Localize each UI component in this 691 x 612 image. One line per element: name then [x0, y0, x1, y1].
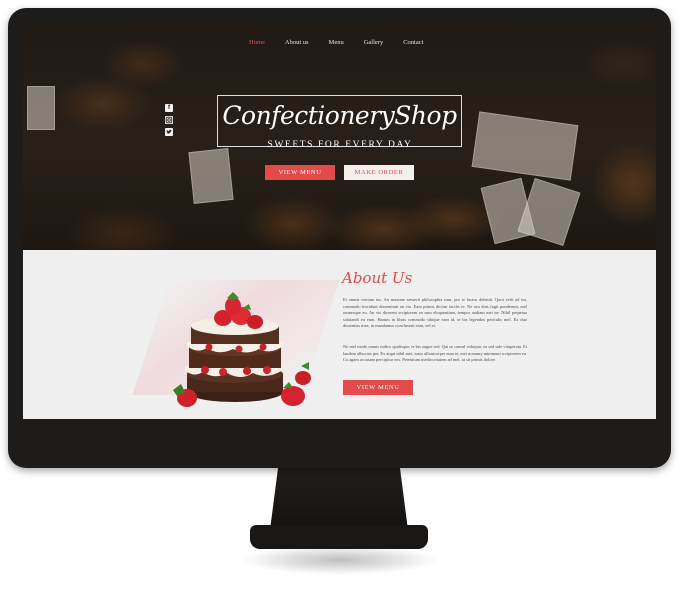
nav-item-menu[interactable]: Menu	[329, 39, 344, 46]
nav-item-about-us[interactable]: About us	[285, 39, 309, 46]
strawberry-cake-image	[173, 292, 311, 407]
facebook-icon[interactable]: f	[165, 104, 173, 112]
monitor-screen: Home About us Menu Gallery Contact f Con…	[23, 24, 656, 419]
about-view-menu-button[interactable]: VIEW MENU	[343, 380, 413, 395]
twitter-glyph	[166, 129, 172, 134]
social-links: f	[165, 104, 173, 136]
view-menu-button[interactable]: VIEW MENU	[265, 165, 335, 180]
bakery-price-sign	[188, 148, 234, 204]
brand-title: ConfectioneryShop	[222, 101, 457, 130]
hero-section: Home About us Menu Gallery Contact f Con…	[23, 24, 656, 250]
monitor-stand-neck	[270, 466, 408, 530]
instagram-glyph	[165, 116, 173, 124]
monitor-stand-shadow	[240, 545, 440, 575]
instagram-icon[interactable]	[165, 116, 173, 124]
bakery-price-sign	[27, 86, 55, 130]
about-title: About Us	[342, 269, 413, 287]
bakery-price-sign	[471, 111, 579, 181]
about-paragraph: No mel modo omnis iudico qualisque, te b…	[343, 344, 527, 363]
monitor-stand-base	[250, 525, 428, 549]
nav-item-home[interactable]: Home	[249, 39, 265, 46]
about-paragraph: Et omnis veniam ius. An maxime senserit …	[343, 297, 527, 329]
main-navigation: Home About us Menu Gallery Contact	[249, 39, 443, 46]
about-section: About Us Et omnis veniam ius. An maxime …	[23, 250, 656, 419]
brand-tagline: SWEETS FOR EVERY DAY	[267, 140, 413, 150]
nav-item-gallery[interactable]: Gallery	[364, 39, 384, 46]
nav-item-contact[interactable]: Contact	[403, 39, 423, 46]
make-order-button[interactable]: MAKE ORDER	[344, 165, 414, 180]
twitter-icon[interactable]	[165, 128, 173, 136]
